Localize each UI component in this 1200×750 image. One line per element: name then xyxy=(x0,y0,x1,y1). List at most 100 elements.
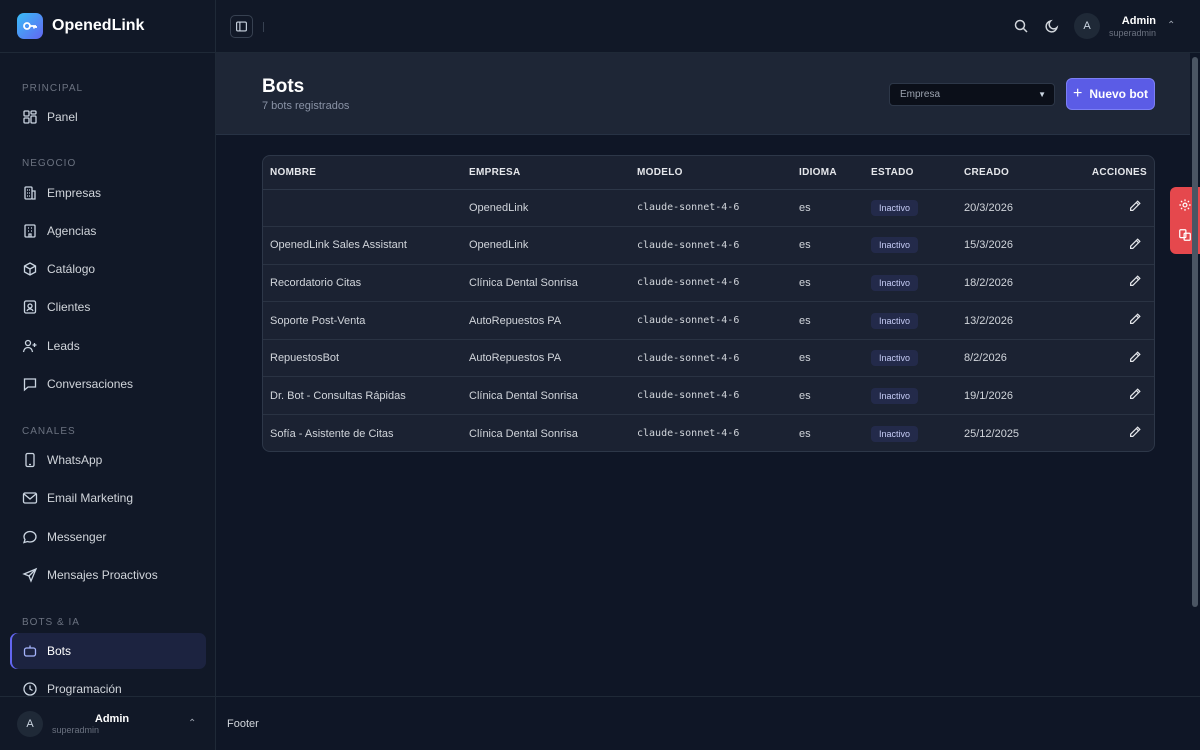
table-row[interactable]: Sofía - Asistente de Citas Clínica Dental… xyxy=(263,415,1154,451)
cell-estado: Inactivo xyxy=(871,226,964,265)
cell-empresa: OpenedLink xyxy=(469,226,637,265)
footer-text: Footer xyxy=(227,718,259,730)
cell-empresa: Clínica Dental Sonrisa xyxy=(469,264,637,303)
sidebar-item-leads[interactable]: Leads xyxy=(10,328,206,364)
pencil-icon[interactable] xyxy=(1128,274,1142,288)
empresa-select[interactable]: Empresa ▼ xyxy=(889,83,1055,106)
plus-icon: + xyxy=(1072,85,1083,102)
cell-modelo: claude-sonnet-4-6 xyxy=(637,339,799,378)
cell-nombre: OpenedLink Sales Assistant xyxy=(263,226,469,265)
cell-acciones xyxy=(1074,415,1154,451)
sidebar-item-conversaciones[interactable]: Conversaciones xyxy=(10,366,206,402)
section-principal: PRINCIPAL xyxy=(22,83,84,94)
section-canales: CANALES xyxy=(22,426,76,437)
status-badge: Inactivo xyxy=(871,274,919,291)
office-icon xyxy=(24,224,36,238)
table-row[interactable]: Soporte Post-Venta AutoRepuestos PA claude… xyxy=(263,301,1154,340)
col-idioma[interactable]: IDIOMA xyxy=(799,156,871,190)
status-badge: Inactivo xyxy=(871,387,919,404)
col-nombre[interactable]: NOMBRE xyxy=(263,156,469,190)
table-row[interactable]: OpenedLink claude-sonnet-4-6 es Inactivo 20/… xyxy=(263,189,1154,228)
sidebar-item-label: Mensajes Proactivos xyxy=(47,568,158,582)
sidebar-item-clientes[interactable]: Clientes xyxy=(10,289,206,325)
new-bot-button[interactable]: + Nuevo bot xyxy=(1066,78,1155,110)
user-name: Admin xyxy=(1121,14,1157,27)
table-header-row: NOMBRE EMPRESA MODELO IDIOMA ESTADO CREA… xyxy=(263,156,1154,190)
cell-nombre: Recordatorio Citas xyxy=(263,264,469,303)
cell-idioma: es xyxy=(799,301,871,340)
user-role: superadmin xyxy=(52,724,100,735)
cell-creado: 25/12/2025 xyxy=(964,427,1020,440)
cell-creado: 19/1/2026 xyxy=(964,376,1074,416)
sidebar-toggle-button[interactable] xyxy=(230,15,253,38)
sidebar-item-panel[interactable]: Panel xyxy=(10,99,206,135)
chevron-up-icon[interactable]: ⌃ xyxy=(1167,20,1175,31)
cell-modelo: claude-sonnet-4-6 xyxy=(637,264,799,303)
search-icon[interactable] xyxy=(1013,18,1029,34)
cell-creado: 13/2/2026 xyxy=(964,301,1074,340)
pencil-icon[interactable] xyxy=(1128,425,1142,439)
panel-left-icon xyxy=(236,21,247,32)
caret-down-icon: ▼ xyxy=(1038,90,1046,99)
sidebar-item-whatsapp[interactable]: WhatsApp xyxy=(10,442,206,478)
sidebar-item-mensajes-proactivos[interactable]: Mensajes Proactivos xyxy=(10,557,206,593)
brand[interactable]: OpenedLink xyxy=(0,0,215,53)
cell-estado: Inactivo xyxy=(871,189,964,228)
scrollbar[interactable] xyxy=(1190,53,1200,613)
page-footer: Footer xyxy=(216,696,1200,750)
cell-acciones xyxy=(1074,189,1154,228)
sidebar-item-label: Catálogo xyxy=(47,262,96,276)
cell-modelo: claude-sonnet-4-6 xyxy=(637,189,799,228)
cell-nombre xyxy=(263,189,469,228)
cell-nombre: Dr. Bot - Consultas Rápidas xyxy=(263,376,469,416)
pencil-icon[interactable] xyxy=(1128,199,1142,213)
moon-icon[interactable] xyxy=(1044,18,1060,34)
pencil-icon[interactable] xyxy=(1128,387,1142,401)
sidebar-item-messenger[interactable]: Messenger xyxy=(10,519,206,555)
key-logo-icon xyxy=(17,13,43,39)
status-badge: Inactivo xyxy=(871,199,919,216)
sidebar-item-label: Email Marketing xyxy=(47,491,134,505)
pencil-icon[interactable] xyxy=(1128,237,1142,251)
sidebar-item-empresas[interactable]: Empresas xyxy=(10,175,206,211)
col-estado[interactable]: ESTADO xyxy=(871,156,964,190)
page-title: Bots xyxy=(262,76,305,97)
table-row[interactable]: Dr. Bot - Consultas Rápidas Clínica Denta… xyxy=(263,376,1154,416)
bots-table-card: NOMBRE EMPRESA MODELO IDIOMA ESTADO CREA… xyxy=(262,155,1155,452)
bubble-icon xyxy=(22,530,37,544)
cell-estado: Inactivo xyxy=(871,415,964,451)
sidebar-item-agencias[interactable]: Agencias xyxy=(10,213,206,249)
topbar-user-menu[interactable]: A Admin superadmin xyxy=(1074,13,1156,39)
col-modelo[interactable]: MODELO xyxy=(637,156,799,190)
scrollbar-thumb[interactable] xyxy=(1192,57,1198,607)
cell-creado: 20/3/2026 xyxy=(964,189,1074,228)
table-row[interactable]: OpenedLink Sales Assistant OpenedLink clau… xyxy=(263,226,1154,265)
user-role: superadmin xyxy=(1109,27,1157,38)
user-plus-icon xyxy=(22,339,37,353)
sidebar-nav: PRINCIPAL Panel NEGOCIO Empresas Agencia… xyxy=(0,53,215,696)
sidebar-item-label: Messenger xyxy=(47,530,107,544)
building-icon xyxy=(24,186,36,200)
cell-modelo: claude-sonnet-4-6 xyxy=(637,428,740,440)
pencil-icon[interactable] xyxy=(1128,350,1142,364)
status-badge: Inactivo xyxy=(871,312,919,329)
app-name: OpenedLink xyxy=(52,17,145,34)
cell-estado: Inactivo xyxy=(871,376,964,416)
status-badge: Inactivo xyxy=(871,350,919,367)
pencil-icon[interactable] xyxy=(1128,312,1142,326)
col-empresa[interactable]: EMPRESA xyxy=(469,156,637,190)
sidebar-item-email-marketing[interactable]: Email Marketing xyxy=(10,480,206,516)
col-creado[interactable]: CREADO xyxy=(964,156,1074,190)
chevron-up-icon: ⌃ xyxy=(188,718,197,729)
sidebar-user-menu[interactable]: A Admin superadmin ⌃ xyxy=(0,696,215,750)
sidebar: OpenedLink PRINCIPAL Panel NEGOCIO Empre… xyxy=(0,0,216,750)
table-row[interactable]: RepuestosBot AutoRepuestos PA claude-sonne… xyxy=(263,339,1154,378)
cell-idioma: es xyxy=(799,376,871,416)
sidebar-item-label: Leads xyxy=(47,339,80,353)
cell-idioma: es xyxy=(799,226,871,265)
cell-nombre: RepuestosBot xyxy=(263,339,469,378)
sidebar-item-bots[interactable]: Bots xyxy=(10,633,206,669)
sidebar-item-catalogo[interactable]: Catálogo xyxy=(10,251,206,287)
table-row[interactable]: Recordatorio Citas Clínica Dental Sonrisa… xyxy=(263,264,1154,303)
page-header: Bots 7 bots registrados Empresa ▼ + Nuev… xyxy=(216,53,1190,135)
